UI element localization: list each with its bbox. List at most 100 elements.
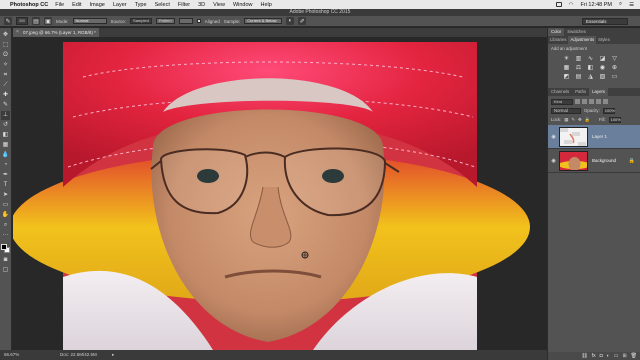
- layer-kind-filter[interactable]: Kind: [551, 98, 573, 105]
- menu-filter[interactable]: Filter: [178, 2, 190, 8]
- history-brush-tool-icon[interactable]: ↺: [1, 121, 10, 130]
- tab-paths[interactable]: Paths: [572, 88, 589, 96]
- quick-select-tool-icon[interactable]: ✧: [1, 61, 10, 70]
- search-icon[interactable]: ⌕: [619, 1, 622, 8]
- menu-view[interactable]: View: [213, 2, 225, 8]
- link-layers-icon[interactable]: ⛓: [581, 353, 587, 359]
- canvas-area[interactable]: [13, 37, 547, 350]
- menu-3d[interactable]: 3D: [198, 2, 205, 8]
- tab-styles[interactable]: Styles: [596, 36, 612, 44]
- lock-pixels-icon[interactable]: ✎: [571, 117, 575, 123]
- layer-name[interactable]: Background: [592, 158, 616, 163]
- menu-image[interactable]: Image: [90, 2, 105, 8]
- pen-tool-icon[interactable]: ✒: [1, 171, 10, 180]
- pattern-picker[interactable]: [178, 18, 193, 24]
- quick-mask-icon[interactable]: ◙: [1, 256, 10, 265]
- menu-layer[interactable]: Layer: [113, 2, 127, 8]
- close-tab-icon[interactable]: ×: [16, 28, 19, 37]
- tab-swatches[interactable]: Swatches: [564, 28, 589, 36]
- tab-color[interactable]: Color: [548, 28, 565, 36]
- zoom-tool-icon[interactable]: ⌕: [1, 221, 10, 230]
- delete-layer-icon[interactable]: 🗑: [631, 353, 637, 359]
- workspace-switcher[interactable]: Essentials: [582, 18, 628, 25]
- type-tool-icon[interactable]: T: [1, 181, 10, 190]
- opacity-input[interactable]: 100%: [602, 107, 615, 114]
- hand-tool-icon[interactable]: ✋: [1, 211, 10, 220]
- lock-all-icon[interactable]: 🔒: [585, 117, 590, 123]
- menu-select[interactable]: Select: [155, 2, 170, 8]
- blend-mode-select[interactable]: Normal: [551, 107, 581, 114]
- layer-name[interactable]: Layer 1: [592, 134, 607, 139]
- tab-channels[interactable]: Channels: [548, 88, 572, 96]
- layer-row-layer-1[interactable]: ◉ Layer 1: [548, 125, 640, 149]
- blur-tool-icon[interactable]: 💧: [1, 151, 10, 160]
- levels-icon[interactable]: ▥: [574, 55, 583, 62]
- smart-object-filter-icon[interactable]: [603, 99, 608, 104]
- document-canvas[interactable]: [13, 37, 547, 350]
- crop-tool-icon[interactable]: ⌗: [1, 71, 10, 80]
- menu-help[interactable]: Help: [261, 2, 272, 8]
- add-mask-icon[interactable]: ◘: [600, 353, 603, 359]
- move-tool-icon[interactable]: ✥: [1, 31, 10, 40]
- tab-layers[interactable]: Layers: [589, 88, 609, 96]
- mode-select[interactable]: Normal: [72, 18, 107, 24]
- brush-tool-icon[interactable]: ✎: [1, 101, 10, 110]
- status-menu-arrow-icon[interactable]: ▸: [112, 350, 114, 360]
- gradient-map-icon[interactable]: ▭: [610, 73, 619, 80]
- menu-file[interactable]: File: [55, 2, 64, 8]
- shape-filter-icon[interactable]: [596, 99, 601, 104]
- photo-filter-icon[interactable]: ◉: [598, 64, 607, 71]
- source-sampled-button[interactable]: Sampled: [130, 18, 152, 24]
- foreground-color-swatch[interactable]: [0, 244, 7, 250]
- path-select-tool-icon[interactable]: ➤: [1, 191, 10, 200]
- curves-icon[interactable]: ∿: [586, 55, 595, 62]
- tab-libraries[interactable]: Libraries: [548, 36, 568, 44]
- marquee-tool-icon[interactable]: ⬚: [1, 41, 10, 50]
- layer-style-icon[interactable]: fx: [592, 353, 596, 359]
- eyedropper-tool-icon[interactable]: ⟋: [1, 81, 10, 90]
- fill-input[interactable]: 100%: [608, 116, 621, 123]
- black-white-icon[interactable]: ◧: [586, 64, 595, 71]
- rectangle-tool-icon[interactable]: ▭: [1, 201, 10, 210]
- posterize-icon[interactable]: ▤: [574, 73, 583, 80]
- document-tab[interactable]: × 07.jpeg @ 66.7% (Layer 1, RGB/8) *: [13, 28, 99, 37]
- threshold-icon[interactable]: ◮: [586, 73, 595, 80]
- layer-row-background[interactable]: ◉ Background 🔒: [548, 149, 640, 173]
- screen-mode-icon[interactable]: ▢: [1, 266, 10, 275]
- gradient-tool-icon[interactable]: ▦: [1, 141, 10, 150]
- brush-panel-icon[interactable]: ▤: [32, 17, 40, 25]
- new-adjustment-icon[interactable]: ◐: [607, 353, 610, 359]
- pixel-filter-icon[interactable]: [575, 99, 580, 104]
- menu-type[interactable]: Type: [135, 2, 147, 8]
- wifi-icon[interactable]: ◠: [569, 2, 574, 8]
- zoom-level[interactable]: 66.67%: [4, 352, 19, 357]
- brush-size-picker[interactable]: 200: [16, 17, 28, 25]
- lock-position-icon[interactable]: ✥: [578, 117, 582, 123]
- menu-window[interactable]: Window: [233, 2, 253, 8]
- type-filter-icon[interactable]: [589, 99, 594, 104]
- clock[interactable]: Fri 12:48 PM: [580, 2, 611, 8]
- brightness-contrast-icon[interactable]: ☀: [562, 55, 571, 62]
- more-tools-icon[interactable]: ···: [1, 231, 10, 240]
- healing-brush-tool-icon[interactable]: ✚: [1, 91, 10, 100]
- vibrance-icon[interactable]: ▽: [610, 55, 619, 62]
- sample-select[interactable]: Current & Below: [244, 18, 283, 24]
- invert-icon[interactable]: ◩: [562, 73, 571, 80]
- lasso-tool-icon[interactable]: ʘ: [1, 51, 10, 60]
- lock-transparent-icon[interactable]: ▦: [564, 117, 568, 123]
- new-group-icon[interactable]: ▭: [614, 353, 619, 359]
- new-layer-icon[interactable]: ⊞: [622, 353, 626, 359]
- color-balance-icon[interactable]: ⚖: [574, 64, 583, 71]
- ignore-adjustment-layers-icon[interactable]: ◐: [286, 17, 295, 25]
- menu-edit[interactable]: Edit: [72, 2, 81, 8]
- source-pattern-button[interactable]: Pattern: [155, 18, 175, 24]
- menu-list-icon[interactable]: ☰: [629, 2, 634, 8]
- menu-app-name[interactable]: Photoshop CC: [10, 2, 48, 8]
- color-swatches[interactable]: [0, 244, 11, 254]
- battery-icon[interactable]: [555, 2, 562, 7]
- visibility-eye-icon[interactable]: ◉: [548, 158, 559, 164]
- hue-saturation-icon[interactable]: ▦: [562, 64, 571, 71]
- pressure-icon[interactable]: ✐: [298, 17, 307, 25]
- eraser-tool-icon[interactable]: ◧: [1, 131, 10, 140]
- adjustment-filter-icon[interactable]: [582, 99, 587, 104]
